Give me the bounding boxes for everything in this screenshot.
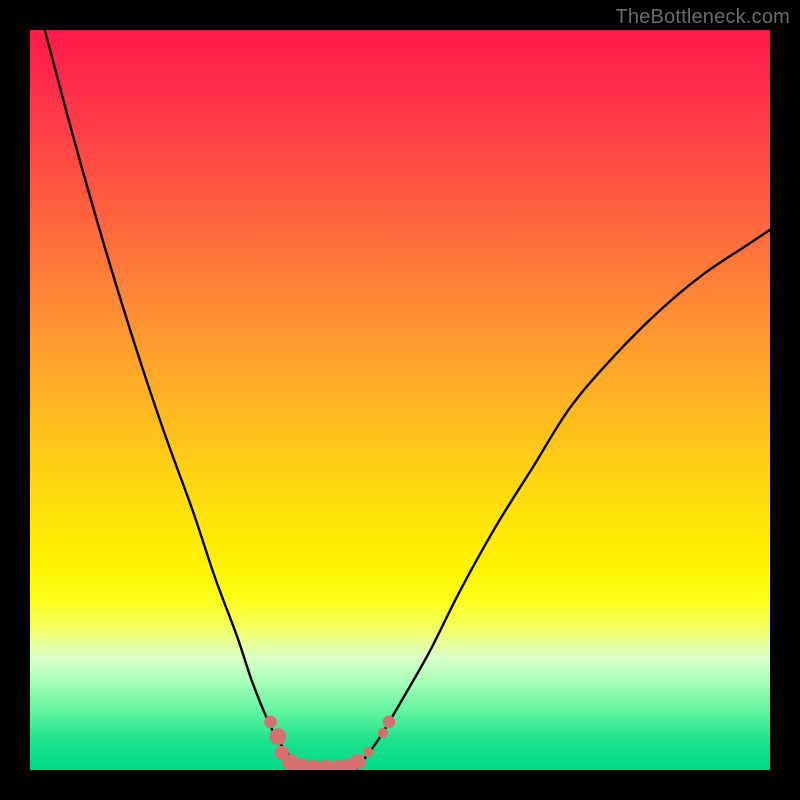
curve-layer — [45, 30, 770, 770]
marker-dot — [264, 716, 277, 729]
plot-area — [30, 30, 770, 770]
chart-frame: TheBottleneck.com — [0, 0, 800, 800]
marker-dot — [378, 728, 388, 738]
marker-dot — [363, 747, 373, 757]
bottleneck-curve — [45, 30, 770, 770]
marker-dot — [383, 716, 396, 729]
chart-svg — [30, 30, 770, 770]
marker-dot — [350, 754, 365, 769]
watermark-text: TheBottleneck.com — [615, 6, 790, 29]
marker-dot — [270, 728, 287, 745]
